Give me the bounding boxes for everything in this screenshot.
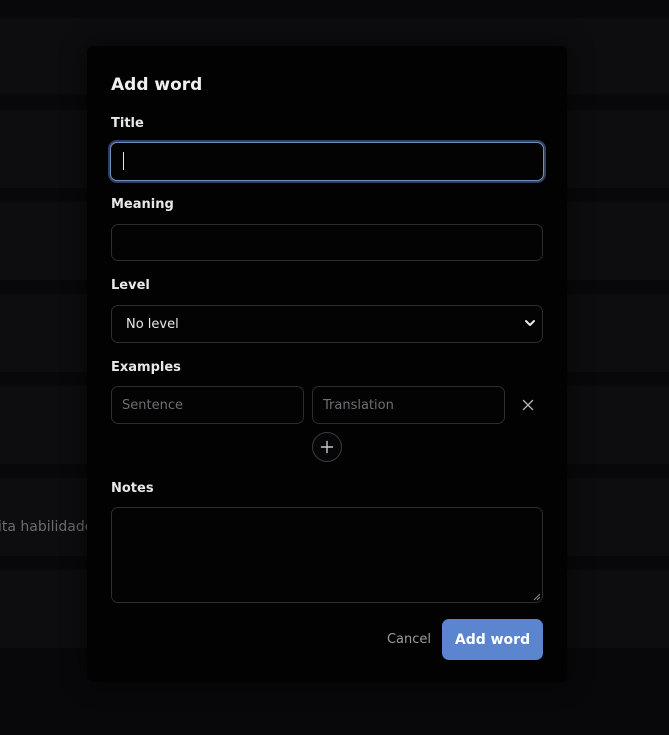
plus-icon <box>320 440 334 454</box>
notes-label: Notes <box>111 481 154 496</box>
meaning-input[interactable] <box>111 224 543 261</box>
text-caret <box>123 152 124 170</box>
add-word-button[interactable]: Add word <box>442 619 543 660</box>
remove-example-button[interactable] <box>519 396 537 414</box>
example-sentence-input[interactable] <box>111 386 304 424</box>
cancel-button[interactable]: Cancel <box>377 621 441 657</box>
dialog-title: Add word <box>111 75 203 95</box>
meaning-label: Meaning <box>111 197 174 212</box>
close-icon <box>522 399 534 411</box>
notes-textarea[interactable] <box>111 507 543 603</box>
level-select[interactable]: No level <box>111 305 543 343</box>
title-input[interactable] <box>110 142 544 181</box>
background-partial-text: ita habilidade <box>0 519 94 535</box>
title-label: Title <box>111 116 144 131</box>
example-translation-input[interactable] <box>312 386 505 424</box>
resize-grip-icon[interactable] <box>533 593 541 601</box>
level-label: Level <box>111 278 150 293</box>
level-select-value: No level <box>126 317 179 332</box>
add-word-dialog: Add word Title Meaning Level No level Ex… <box>87 46 567 682</box>
chevron-down-icon <box>525 320 535 326</box>
examples-label: Examples <box>111 360 181 375</box>
add-example-button[interactable] <box>312 432 342 462</box>
